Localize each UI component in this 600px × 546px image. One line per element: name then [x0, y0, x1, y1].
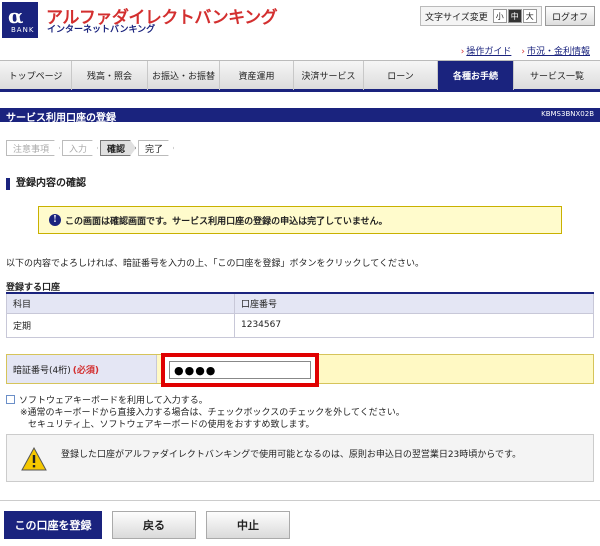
operation-guide-link[interactable]: 操作ガイド: [461, 44, 511, 57]
font-size-label: 文字サイズ変更: [425, 12, 488, 23]
font-size-small-button[interactable]: 小: [492, 9, 507, 23]
logo-alpha: α: [8, 4, 24, 28]
logo-bank-text: BANK: [11, 26, 35, 34]
font-size-medium-button[interactable]: 中: [507, 9, 522, 23]
page-title-bar: サービス利用口座の登録 KBMS3BNX02B: [0, 108, 600, 124]
bank-logo[interactable]: α BANK: [2, 2, 38, 38]
main-nav: トップページ 残高・照会 お振込・お振替 資産運用 決済サービス ローン 各種お…: [0, 60, 600, 92]
warning-text: 登録した口座がアルファダイレクトバンキングで使用可能となるのは、原則お申込日の翌…: [61, 450, 522, 460]
keyboard-note-2: セキュリティ上、ソフトウェアキーボードの使用をおすすめ致します。: [28, 420, 315, 430]
cell-subject: 定期: [6, 312, 235, 338]
page-title: サービス利用口座の登録: [6, 113, 116, 124]
step-notes: 注意事項: [6, 140, 60, 156]
software-keyboard-checkbox[interactable]: [6, 395, 15, 404]
pin-label: 暗証番号(4桁) (必須): [7, 355, 157, 383]
page-code: KBMS3BNX02B: [541, 110, 594, 118]
brand-subtitle: インターネットバンキング: [47, 25, 156, 35]
warning-box: 登録した口座がアルファダイレクトバンキングで使用可能となるのは、原則お申込日の翌…: [6, 434, 594, 482]
nav-top[interactable]: トップページ: [0, 61, 72, 90]
utility-links: 操作ガイド 市況・金利情報: [461, 44, 590, 57]
progress-steps: 注意事項 入力 確認 完了: [6, 140, 176, 156]
back-button[interactable]: 戻る: [112, 511, 196, 539]
header-account-number: 口座番号: [234, 292, 594, 314]
required-mark: (必須): [72, 365, 99, 376]
cancel-button[interactable]: 中止: [206, 511, 290, 539]
pin-input[interactable]: [169, 361, 311, 379]
confirmation-notice: ! この画面は確認画面です。サービス利用口座の登録の申込は完了していません。: [38, 206, 562, 234]
logoff-button[interactable]: ログオフ: [545, 6, 595, 26]
step-input: 入力: [62, 140, 98, 156]
cell-account-number: 1234567: [234, 312, 594, 338]
font-size-large-button[interactable]: 大: [522, 9, 537, 23]
notice-text: この画面は確認画面です。サービス利用口座の登録の申込は完了していません。: [65, 216, 388, 227]
info-icon: !: [49, 214, 61, 226]
section-title: 登録内容の確認: [6, 178, 86, 190]
pin-label-text: 暗証番号(4桁): [13, 365, 71, 376]
instruction-text: 以下の内容でよろしければ、暗証番号を入力の上、「この口座を登録」ボタンをクリック…: [6, 259, 424, 269]
table-header-row: 科目 口座番号: [6, 292, 594, 314]
account-table: 科目 口座番号 定期 1234567: [6, 292, 594, 338]
register-account-button[interactable]: この口座を登録: [4, 511, 102, 539]
nav-procedures[interactable]: 各種お手続: [438, 61, 514, 90]
font-size-switcher: 文字サイズ変更 小 中 大: [420, 6, 542, 26]
nav-settlement[interactable]: 決済サービス: [294, 61, 364, 90]
nav-service-list[interactable]: サービス一覧: [514, 61, 600, 90]
nav-transfer[interactable]: お振込・お振替: [148, 61, 220, 90]
header-subject: 科目: [6, 292, 235, 314]
table-row: 定期 1234567: [6, 312, 594, 338]
pin-highlight-box: [161, 353, 319, 387]
nav-balance[interactable]: 残高・照会: [72, 61, 148, 90]
action-bar: この口座を登録 戻る 中止: [0, 500, 600, 546]
market-rates-link[interactable]: 市況・金利情報: [521, 44, 590, 57]
header: α BANK アルファダイレクトバンキング インターネットバンキング 文字サイズ…: [0, 0, 600, 40]
step-confirm: 確認: [100, 140, 136, 156]
warning-icon: [21, 447, 47, 471]
pin-row: 暗証番号(4桁) (必須): [6, 353, 594, 387]
step-complete: 完了: [138, 140, 174, 156]
nav-loan[interactable]: ローン: [364, 61, 438, 90]
nav-asset[interactable]: 資産運用: [220, 61, 294, 90]
